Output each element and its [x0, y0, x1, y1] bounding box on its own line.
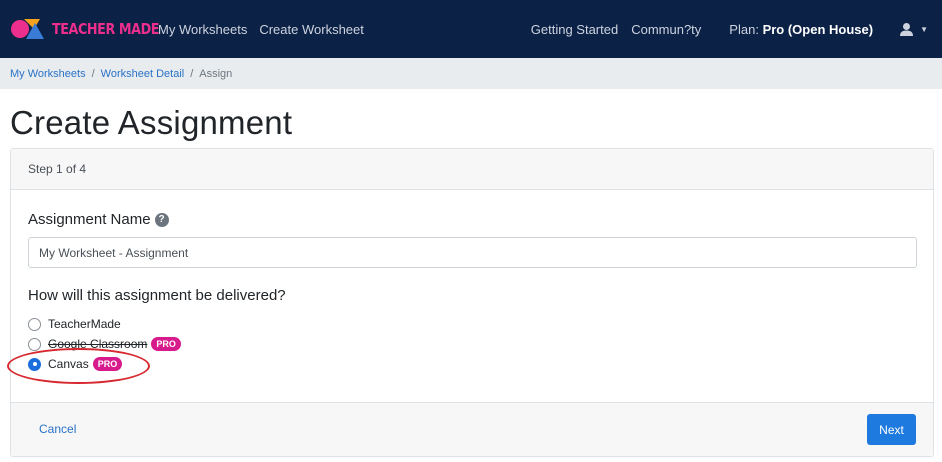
- top-navbar: TEACHER MADE My Worksheets Create Worksh…: [0, 0, 942, 58]
- assignment-name-label: Assignment Name ?: [28, 211, 169, 228]
- delivery-question: How will this assignment be delivered?: [28, 287, 286, 304]
- page-title: Create Assignment: [10, 104, 293, 141]
- nav-getting-started[interactable]: Getting Started: [531, 22, 618, 37]
- teachermade-logo-icon: [10, 16, 46, 42]
- breadcrumb-worksheet-detail[interactable]: Worksheet Detail: [101, 68, 185, 80]
- nav-right: Getting Started Commun?ty Plan: Pro (Ope…: [518, 0, 928, 58]
- radio-google-classroom[interactable]: [28, 337, 41, 351]
- pro-badge: PRO: [151, 337, 181, 351]
- brand-text: TEACHER MADE: [52, 20, 160, 38]
- brand[interactable]: TEACHER MADE: [10, 16, 178, 42]
- plan-indicator: Plan: Pro (Open House): [729, 22, 873, 37]
- radio-teachermade[interactable]: [28, 317, 41, 331]
- user-icon: [900, 22, 914, 36]
- plan-label: Plan:: [729, 21, 759, 37]
- step-indicator: Step 1 of 4: [11, 149, 933, 190]
- cancel-button[interactable]: Cancel: [39, 422, 76, 436]
- breadcrumb-my-worksheets[interactable]: My Worksheets: [10, 68, 86, 80]
- nav-community[interactable]: Commun?ty: [631, 22, 701, 37]
- plan-value: Pro (Open House): [762, 21, 874, 37]
- breadcrumb: My Worksheets / Worksheet Detail / Assig…: [0, 58, 942, 89]
- breadcrumb-separator: /: [91, 67, 95, 80]
- highlight-annotation: [7, 348, 150, 384]
- option-teachermade[interactable]: TeacherMade: [28, 317, 121, 331]
- nav-left: My Worksheets Create Worksheet: [158, 0, 364, 58]
- chevron-down-icon: ▼: [920, 24, 928, 34]
- nav-my-worksheets[interactable]: My Worksheets: [158, 22, 247, 37]
- next-button[interactable]: Next: [867, 414, 916, 445]
- nav-create-worksheet[interactable]: Create Worksheet: [259, 22, 364, 37]
- assignment-name-label-text: Assignment Name: [28, 211, 151, 228]
- breadcrumb-current: Assign: [199, 67, 233, 80]
- assignment-name-input[interactable]: [28, 237, 917, 268]
- help-icon[interactable]: ?: [154, 212, 169, 227]
- option-label: TeacherMade: [48, 317, 121, 331]
- user-menu[interactable]: ▼: [899, 22, 928, 37]
- assignment-card: Step 1 of 4 Assignment Name ? How will t…: [10, 148, 934, 457]
- breadcrumb-separator: /: [190, 67, 194, 80]
- card-footer: Cancel Next: [11, 402, 933, 456]
